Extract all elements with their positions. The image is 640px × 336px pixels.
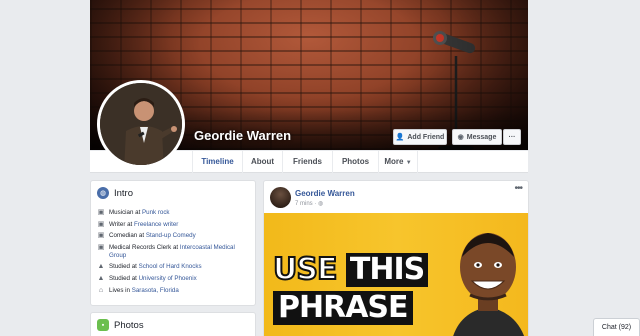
briefcase-icon: ▣ xyxy=(97,243,105,251)
intro-item-link[interactable]: Punk rock xyxy=(142,209,170,216)
photos-card: ▪ Photos xyxy=(90,312,256,336)
intro-item: ▣ Musician at Punk rock xyxy=(97,209,253,217)
intro-title: Intro xyxy=(114,187,134,199)
post-options-icon[interactable]: ••• xyxy=(514,183,522,194)
photos-title[interactable]: Photos xyxy=(114,320,144,331)
tab-about[interactable]: About xyxy=(242,151,282,173)
tab-friends[interactable]: Friends xyxy=(282,151,332,173)
intro-item: ▲ Studied at School of Hard Knocks xyxy=(97,263,253,271)
intro-item: ▣ Medical Records Clerk at Intercoastal … xyxy=(97,244,253,260)
intro-item-prefix: Lives in xyxy=(109,286,132,294)
intro-item-link[interactable]: Sarasota, Florida xyxy=(132,287,179,294)
tab-timeline[interactable]: Timeline xyxy=(192,151,242,173)
home-icon: ⌂ xyxy=(98,286,104,294)
intro-item-prefix: Writer at xyxy=(109,220,134,228)
intro-item-prefix: Medical Records Clerk at xyxy=(109,243,180,251)
intro-item-link[interactable]: Stand-up Comedy xyxy=(146,232,196,239)
briefcase-icon: ▣ xyxy=(97,232,105,240)
intro-item: ▣ Writer at Freelance writer xyxy=(97,221,253,229)
thumbnail-headline-line1: USE THIS xyxy=(272,252,429,288)
briefcase-icon: ▣ xyxy=(97,209,105,216)
post-author-name[interactable]: Geordie Warren xyxy=(295,189,355,198)
thumbnail-word-this: THIS xyxy=(345,253,429,287)
intro-item: ▣ Comedian at Stand-up Comedy xyxy=(97,232,253,240)
intro-item-link[interactable]: University of Phoenix xyxy=(139,275,197,282)
thumbnail-headline-line2: PHRASE xyxy=(273,291,413,325)
intro-header: ◍ Intro xyxy=(97,187,133,199)
graduation-cap-icon: ▲ xyxy=(97,274,105,282)
globe-icon: ◍ xyxy=(97,187,109,199)
post-video-thumbnail[interactable]: USE THIS PHRASE xyxy=(264,213,528,336)
intro-item: ▲ Studied at University of Phoenix xyxy=(97,275,253,283)
globe-privacy-icon: · ◍ xyxy=(314,201,324,207)
messenger-icon: ◉ xyxy=(457,134,464,141)
post-author-avatar[interactable] xyxy=(270,187,291,208)
photos-header: ▪ Photos xyxy=(97,319,144,331)
intro-item-prefix: Musician at xyxy=(109,209,143,216)
chat-tab[interactable]: Chat (92) xyxy=(593,318,640,336)
profile-name[interactable]: Geordie Warren xyxy=(194,128,291,143)
thumbnail-word-use: USE xyxy=(272,252,338,288)
intro-item-prefix: Studied at xyxy=(109,263,139,271)
post-timestamp[interactable]: 7 mins · ◍ xyxy=(295,200,323,207)
add-friend-button[interactable]: 👤 Add Friend xyxy=(393,129,447,145)
tab-more-label: More xyxy=(384,157,404,166)
intro-item-link[interactable]: Freelance writer xyxy=(134,221,178,228)
message-label: Message xyxy=(466,133,497,141)
post-card: Geordie Warren 7 mins · ◍ ••• USE THIS P… xyxy=(263,180,529,336)
tab-photos[interactable]: Photos xyxy=(332,151,378,173)
tab-more[interactable]: More ▼ xyxy=(378,151,418,173)
intro-item-link[interactable]: School of Hard Knocks xyxy=(139,263,202,270)
more-options-button[interactable]: ··· xyxy=(503,129,521,145)
intro-card: ◍ Intro ▣ Musician at Punk rock ▣ Writer… xyxy=(90,180,256,306)
thumbnail-person-image xyxy=(453,233,525,336)
add-friend-label: Add Friend xyxy=(407,133,445,141)
add-person-icon: 👤 xyxy=(395,134,405,141)
intro-item-prefix: Studied at xyxy=(109,274,139,282)
intro-list: ▣ Musician at Punk rock ▣ Writer at Free… xyxy=(97,209,253,298)
intro-item: ⌂ Lives in Sarasota, Florida xyxy=(97,287,253,295)
post-time-text: 7 mins xyxy=(295,201,313,207)
photos-icon: ▪ xyxy=(97,319,109,331)
graduation-cap-icon: ▲ xyxy=(97,263,105,271)
caret-down-icon: ▼ xyxy=(405,160,412,166)
profile-picture[interactable] xyxy=(97,80,185,168)
briefcase-icon: ▣ xyxy=(97,220,105,228)
more-dots-icon: ··· xyxy=(508,133,516,141)
message-button[interactable]: ◉ Message xyxy=(452,129,502,145)
intro-item-prefix: Comedian at xyxy=(109,232,146,240)
